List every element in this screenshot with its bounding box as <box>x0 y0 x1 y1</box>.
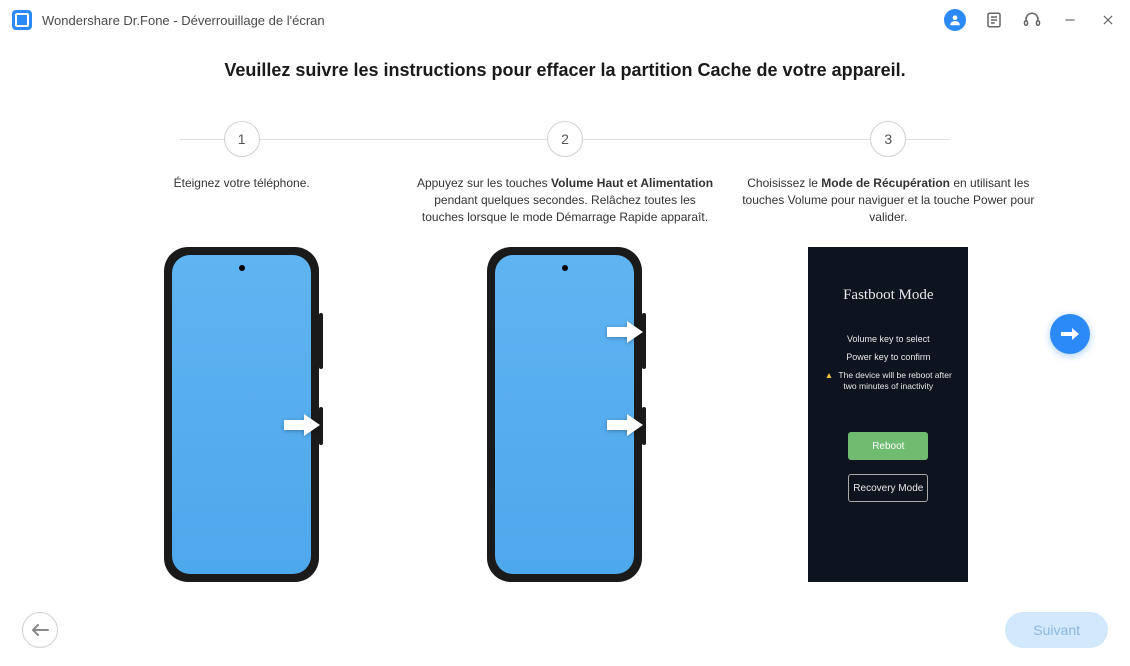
titlebar-right <box>944 9 1118 31</box>
fastboot-warning-text: The device will be reboot after two minu… <box>838 370 951 391</box>
fastboot-recovery-button: Recovery Mode <box>848 474 928 502</box>
arrow-right-icon <box>605 319 645 345</box>
arrow-right-icon <box>605 412 645 438</box>
app-logo-icon <box>12 10 32 30</box>
step-text-after: pendant quelques secondes. Relâchez tout… <box>422 193 708 224</box>
fastboot-warning: ▲ The device will be reboot after two mi… <box>820 370 956 392</box>
close-button[interactable] <box>1098 10 1118 30</box>
fastboot-reboot-button: Reboot <box>848 432 928 460</box>
account-icon[interactable] <box>944 9 966 31</box>
fastboot-hint-1: Volume key to select <box>847 334 930 344</box>
arrow-right-icon <box>1060 327 1080 341</box>
main-content: Veuillez suivre les instructions pour ef… <box>0 40 1130 582</box>
step-text-before: Choisissez le <box>747 176 821 190</box>
titlebar-left: Wondershare Dr.Fone - Déverrouillage de … <box>12 10 325 30</box>
step-3: 3 Choisissez le Mode de Récupération en … <box>727 121 1050 582</box>
support-icon[interactable] <box>1022 10 1042 30</box>
fastboot-screen: Fastboot Mode Volume key to select Power… <box>808 247 968 582</box>
phone-illustration-1 <box>152 247 332 582</box>
steps-row: 1 Éteignez votre téléphone. 2 <box>80 121 1050 582</box>
step-text-bold: Volume Haut et Alimentation <box>551 176 713 190</box>
footer: Suivant <box>0 612 1130 648</box>
step-text-before: Éteignez votre téléphone. <box>174 176 310 190</box>
step-1: 1 Éteignez votre téléphone. <box>80 121 403 582</box>
arrow-left-icon <box>31 623 49 637</box>
app-title: Wondershare Dr.Fone - Déverrouillage de … <box>42 13 325 28</box>
step-number: 3 <box>870 121 906 157</box>
fastboot-hint-2: Power key to confirm <box>846 352 930 362</box>
step-2: 2 Appuyez sur les touches Volume Haut et… <box>403 121 726 582</box>
back-button[interactable] <box>22 612 58 648</box>
step-text-before: Appuyez sur les touches <box>417 176 551 190</box>
arrow-right-icon <box>282 412 322 438</box>
step-text: Appuyez sur les touches Volume Haut et A… <box>403 175 726 229</box>
step-text-bold: Mode de Récupération <box>821 176 950 190</box>
step-text: Éteignez votre téléphone. <box>164 175 320 229</box>
titlebar: Wondershare Dr.Fone - Déverrouillage de … <box>0 0 1130 40</box>
phone-illustration-2 <box>475 247 655 582</box>
feedback-icon[interactable] <box>984 10 1004 30</box>
side-next-button[interactable] <box>1050 314 1090 354</box>
minimize-button[interactable] <box>1060 10 1080 30</box>
step-number: 2 <box>547 121 583 157</box>
fastboot-title: Fastboot Mode <box>843 287 933 304</box>
warning-icon: ▲ <box>825 370 833 380</box>
next-button[interactable]: Suivant <box>1005 612 1108 648</box>
step-text: Choisissez le Mode de Récupération en ut… <box>727 175 1050 229</box>
step-number: 1 <box>224 121 260 157</box>
page-title: Veuillez suivre les instructions pour ef… <box>50 60 1080 81</box>
